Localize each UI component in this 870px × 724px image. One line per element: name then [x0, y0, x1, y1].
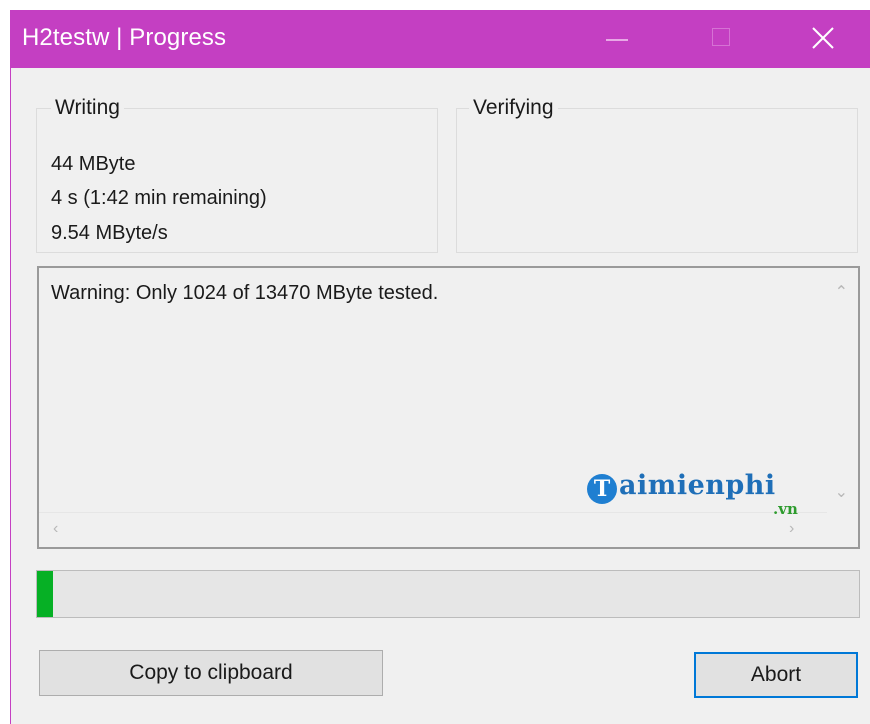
writing-label: Writing: [51, 96, 124, 120]
close-icon: [812, 27, 834, 49]
verifying-label: Verifying: [469, 96, 558, 120]
watermark-initial: T: [587, 474, 617, 504]
scroll-up-icon[interactable]: ⌃: [835, 282, 848, 302]
watermark-name: aimienphi: [619, 470, 776, 501]
copy-to-clipboard-button[interactable]: Copy to clipboard: [39, 650, 383, 696]
maximize-button[interactable]: [695, 10, 755, 68]
written-amount: 44 MByte: [51, 153, 136, 175]
scroll-left-icon[interactable]: ‹: [53, 520, 58, 538]
progress-fill: [37, 571, 54, 617]
close-button[interactable]: [795, 10, 855, 68]
minimize-button[interactable]: [587, 10, 647, 68]
window-title: H2testw | Progress: [22, 24, 227, 51]
title-bar[interactable]: H2testw | Progress: [11, 10, 870, 68]
abort-button[interactable]: Abort: [694, 652, 858, 698]
log-message: Warning: Only 1024 of 13470 MByte tested…: [51, 282, 439, 304]
maximize-icon: [712, 28, 730, 46]
scroll-down-icon[interactable]: ⌄: [835, 482, 848, 502]
watermark-logo: T aimienphi .vn: [587, 470, 817, 530]
watermark-suffix: .vn: [773, 500, 798, 518]
writing-group: Writing 44 MByte 4 s (1:42 min remaining…: [36, 96, 438, 253]
minimize-icon: [606, 39, 628, 41]
write-speed: 9.54 MByte/s: [51, 222, 168, 244]
verifying-group: Verifying: [456, 96, 858, 253]
progress-bar: [36, 570, 860, 618]
progress-window: H2testw | Progress Writing 44 MByte 4 s …: [10, 10, 870, 724]
log-textbox[interactable]: Warning: Only 1024 of 13470 MByte tested…: [37, 266, 860, 549]
elapsed-time: 4 s (1:42 min remaining): [51, 187, 267, 209]
